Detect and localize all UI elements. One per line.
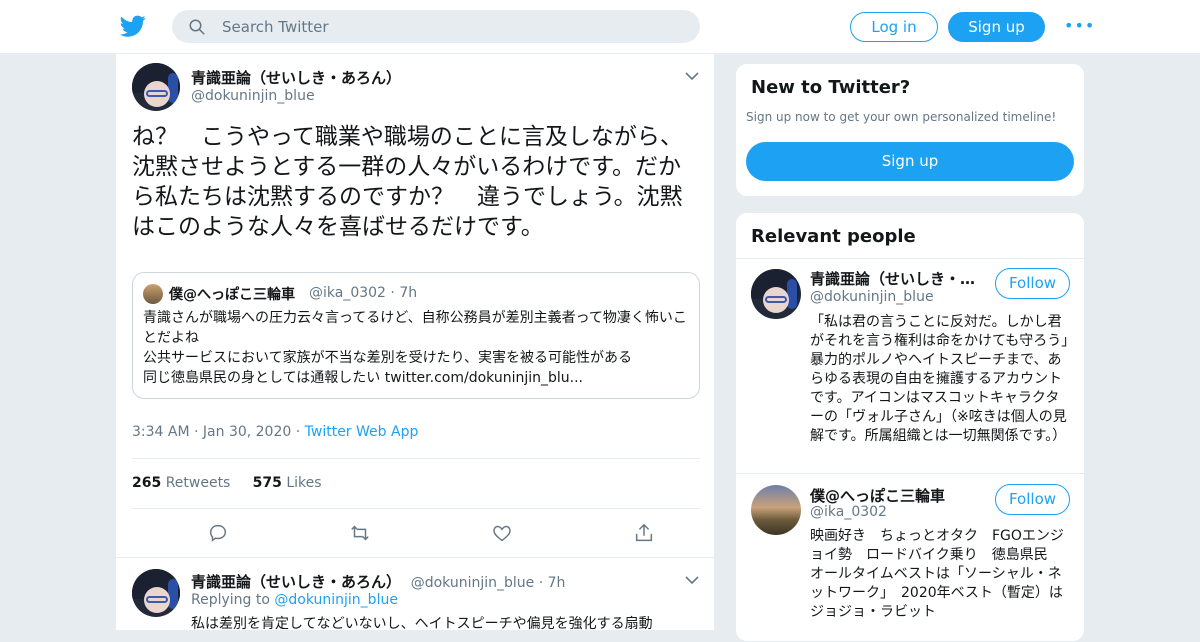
person-bio: 映画好き ちょっとオタク FGOエンジョイ勢 ロードバイク乗り 徳島県民 オール… — [810, 528, 1076, 620]
retweets-count[interactable]: 265 Retweets — [132, 475, 230, 491]
new-to-twitter-card: New to Twitter? Sign up now to get your … — [735, 63, 1085, 197]
divider — [132, 458, 700, 459]
quoted-author-name: 僕@へっぽこ三輪車 — [169, 287, 295, 303]
avatar — [143, 284, 163, 304]
search-box[interactable]: Search Twitter — [172, 10, 700, 43]
reply-text: 私は差別を肯定してなどいないし、ヘイトスピーチや偏見を強化する扇動 — [191, 616, 653, 630]
quoted-tweet-text: 青識さんが職場への圧力云々言ってるけど、自称公務員が差別主義者って物凄く怖いこと… — [143, 310, 687, 386]
avatar[interactable] — [751, 269, 801, 319]
sidebar-sign-up-button[interactable]: Sign up — [746, 142, 1074, 181]
tweet-actions — [132, 522, 700, 546]
avatar[interactable] — [132, 569, 180, 617]
new-to-twitter-title: New to Twitter? — [751, 77, 911, 98]
chevron-down-icon[interactable] — [685, 72, 699, 81]
log-in-button[interactable]: Log in — [850, 12, 938, 42]
reply-author[interactable]: 青識亜論（せいしき・あろん） @dokuninjin_blue · 7h — [191, 571, 565, 592]
sign-up-button[interactable]: Sign up — [948, 12, 1045, 42]
tweet-author-name[interactable]: 青識亜論（せいしき・あろん） — [191, 67, 401, 88]
tweet-text: ね？ こうやって職業や職場のことに言及しながら、沈黙させようとする一群の人々がい… — [132, 124, 683, 240]
chevron-down-icon[interactable] — [685, 576, 699, 585]
avatar[interactable] — [132, 63, 180, 111]
tweet-author-handle[interactable]: @dokuninjin_blue — [191, 88, 315, 104]
replying-to-link[interactable]: @dokuninjin_blue — [274, 592, 398, 608]
tweet-source-link[interactable]: Twitter Web App — [305, 424, 419, 440]
like-icon[interactable] — [491, 522, 513, 544]
retweet-icon[interactable] — [349, 522, 371, 544]
search-icon — [189, 19, 205, 35]
quoted-author-handle: @ika_0302 · 7h — [309, 285, 418, 301]
replying-to: Replying to @dokuninjin_blue — [191, 592, 398, 608]
share-icon[interactable] — [633, 522, 655, 544]
follow-button[interactable]: Follow — [995, 268, 1070, 299]
new-to-twitter-subtitle: Sign up now to get your own personalized… — [746, 110, 1057, 124]
avatar[interactable] — [751, 485, 801, 535]
relevant-people-title: Relevant people — [751, 226, 916, 247]
divider — [132, 508, 700, 509]
person-name[interactable]: 青識亜論（せいしき・あろん） — [810, 268, 980, 289]
more-options-icon[interactable]: ••• — [1064, 18, 1094, 34]
divider — [736, 473, 1084, 474]
person-handle[interactable]: @ika_0302 — [810, 504, 887, 520]
main-timeline: 青識亜論（せいしき・あろん） @dokuninjin_blue ね？ こうやって… — [115, 54, 715, 630]
relevant-people-card: Relevant people 青識亜論（せいしき・あろん） @dokuninj… — [735, 212, 1085, 642]
twitter-bird-icon[interactable] — [119, 13, 147, 39]
quoted-tweet[interactable]: 僕@へっぽこ三輪車 @ika_0302 · 7h 青識さんが職場への圧力云々言っ… — [132, 272, 700, 399]
person-handle[interactable]: @dokuninjin_blue — [810, 289, 934, 305]
likes-count[interactable]: 575 Likes — [253, 475, 322, 491]
follow-button[interactable]: Follow — [995, 484, 1070, 515]
search-input[interactable]: Search Twitter — [222, 18, 329, 36]
reply-tweet[interactable]: 青識亜論（せいしき・あろん） @dokuninjin_blue · 7h Rep… — [116, 557, 714, 630]
person-bio: 「私は君の言うことに反対だ。しかし君がそれを言う権利は命をかけても守ろう」暴力的… — [810, 314, 1069, 444]
person-name[interactable]: 僕@へっぽこ三輪車 — [810, 485, 980, 506]
tweet-timestamp: 3:34 AM · Jan 30, 2020 · Twitter Web App — [132, 424, 419, 440]
top-navigation-bar: Search Twitter Log in Sign up ••• — [0, 0, 1200, 54]
divider — [736, 258, 1084, 259]
tweet-stats: 265 Retweets 575 Likes — [132, 475, 322, 491]
reply-icon[interactable] — [207, 522, 229, 544]
